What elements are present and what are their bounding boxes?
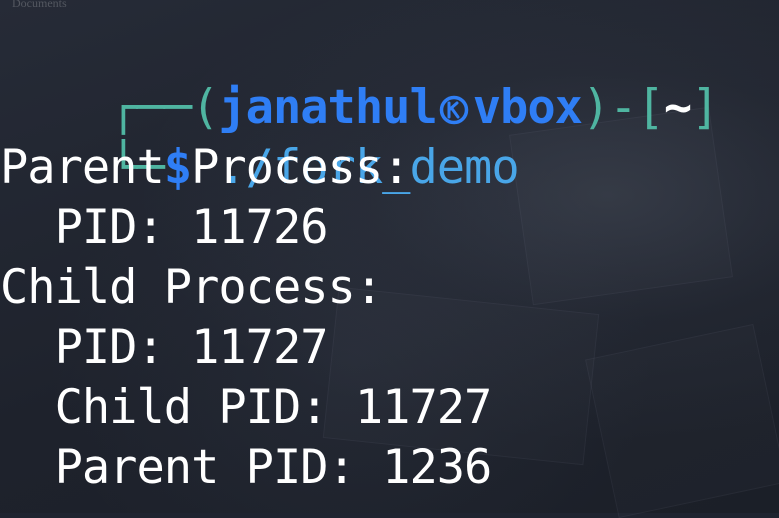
- command-line[interactable]: └─$ ./fork_demo: [0, 78, 519, 195]
- prompt-directory: ~: [663, 80, 692, 135]
- prompt-close: )-[: [581, 80, 665, 135]
- output-child-heading: Child Process:: [0, 260, 383, 315]
- output-child-parent-pid: Parent PID: 1236: [0, 440, 493, 495]
- prompt-line: ┌──(janathul vbox)-[~]: [0, 18, 719, 135]
- output-parent-pid: PID: 11726: [0, 200, 329, 255]
- terminal-window[interactable]: ┌──(janathul vbox)-[~] └─$ ./fork_demo P…: [0, 0, 779, 513]
- output-parent-heading: Parent Process:: [0, 140, 410, 195]
- prompt-end: ]: [691, 80, 719, 135]
- output-child-pid: PID: 11727: [0, 320, 329, 375]
- output-child-child-pid: Child PID: 11727: [0, 380, 493, 435]
